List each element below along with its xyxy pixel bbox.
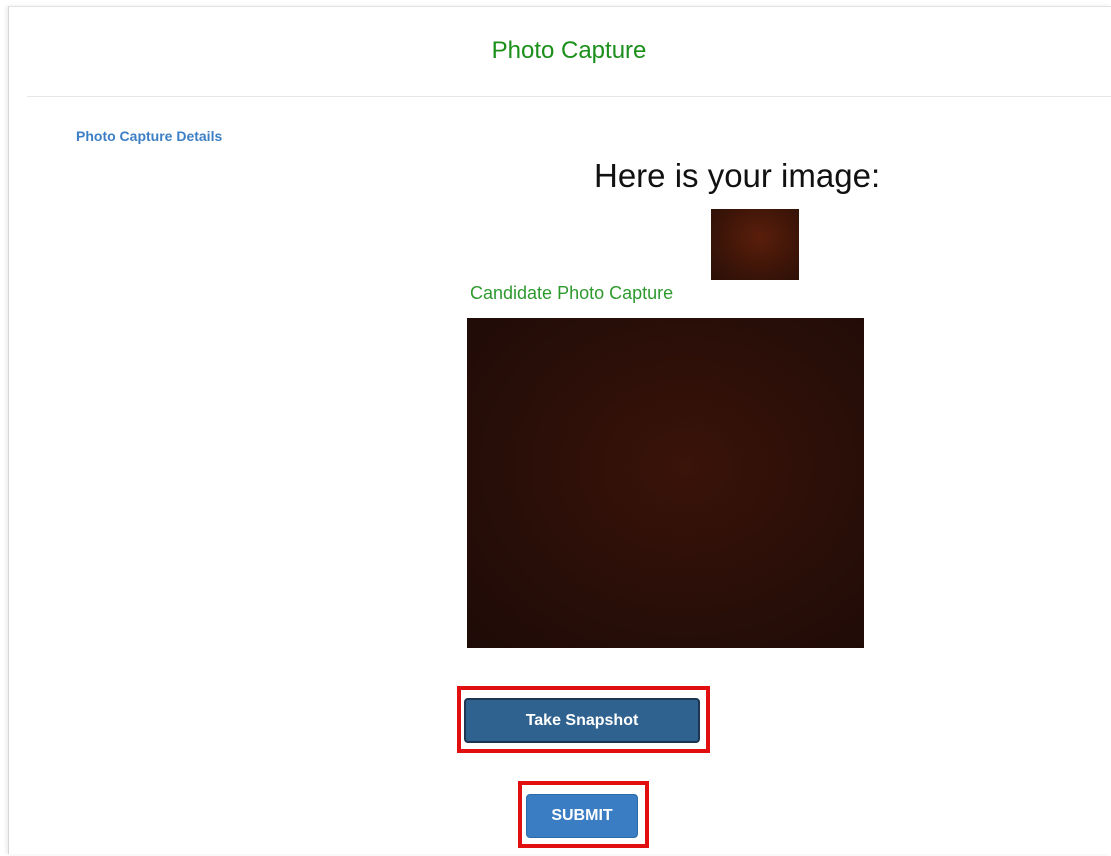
page-frame: Photo Capture Photo Capture Details Here… (8, 6, 1111, 854)
take-snapshot-button[interactable]: Take Snapshot (464, 698, 700, 743)
candidate-photo-capture-label: Candidate Photo Capture (470, 283, 674, 303)
captured-image-heading: Here is your image: (594, 157, 881, 194)
captured-image-thumbnail (711, 209, 799, 280)
page-header: Photo Capture (27, 7, 1111, 97)
page-title: Photo Capture (491, 37, 647, 64)
submit-button[interactable]: SUBMIT (526, 794, 638, 838)
camera-feed (467, 318, 864, 648)
photo-capture-details-link[interactable]: Photo Capture Details (76, 128, 222, 144)
